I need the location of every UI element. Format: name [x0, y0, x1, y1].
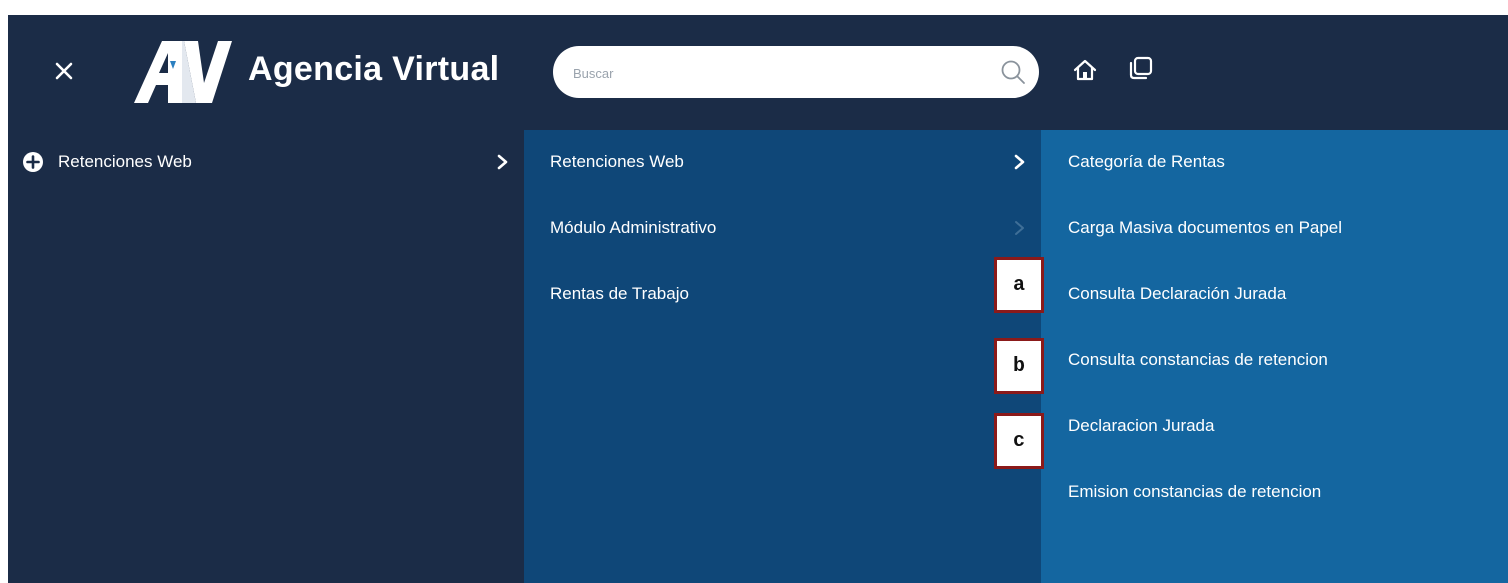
menu-item-categoria-de-rentas[interactable]: Categoría de Rentas	[1041, 142, 1508, 182]
menu-item-label: Categoría de Rentas	[1068, 152, 1225, 171]
menu-item-label: Consulta constancias de retencion	[1068, 350, 1328, 369]
menu-item-declaracion-jurada[interactable]: Declaracion Jurada	[1041, 406, 1508, 446]
chevron-right-icon	[1014, 154, 1025, 170]
menu-item-consulta-constancias[interactable]: Consulta constancias de retencion	[1041, 340, 1508, 380]
close-button[interactable]	[48, 55, 80, 87]
close-icon	[55, 62, 73, 80]
search-box	[553, 46, 1039, 98]
menu-item-label: Módulo Administrativo	[550, 218, 717, 237]
menu-item-label: Retenciones Web	[550, 152, 684, 171]
menu-item-modulo-administrativo[interactable]: Módulo Administrativo	[524, 208, 1041, 248]
menu-item-emision-constancias[interactable]: Emision constancias de retencion	[1041, 472, 1508, 512]
annotation-marker-b: b	[994, 338, 1044, 394]
menu-item-consulta-declaracion-jurada[interactable]: Consulta Declaración Jurada	[1041, 274, 1508, 314]
plus-circle-icon	[23, 152, 43, 172]
menu-item-label: Emision constancias de retencion	[1068, 482, 1322, 501]
menu-item-retenciones-web[interactable]: Retenciones Web	[8, 142, 524, 182]
menu-item-label: Consulta Declaración Jurada	[1068, 284, 1287, 303]
menu-item-carga-masiva[interactable]: Carga Masiva documentos en Papel	[1041, 208, 1508, 248]
menu-item-retenciones-web-sub[interactable]: Retenciones Web	[524, 142, 1041, 182]
top-header: Agencia Virtual	[8, 15, 1508, 130]
app-frame: Agencia Virtual Retenciones Web	[8, 15, 1508, 583]
search-input[interactable]	[571, 59, 995, 87]
annotation-marker-a: a	[994, 257, 1044, 313]
home-icon[interactable]	[1070, 55, 1100, 85]
menu-item-label: Carga Masiva documentos en Papel	[1068, 218, 1343, 237]
brand-title: Agencia Virtual	[248, 50, 500, 88]
windows-icon[interactable]	[1126, 53, 1156, 83]
menu-item-rentas-de-trabajo[interactable]: Rentas de Trabajo	[524, 274, 1041, 314]
menu-column-1: Retenciones Web	[8, 130, 524, 583]
annotation-marker-c: c	[994, 413, 1044, 469]
menu-column-2: Retenciones Web Módulo Administrativo Re…	[524, 130, 1041, 583]
menu-item-label: Retenciones Web	[58, 152, 192, 171]
chevron-right-icon	[497, 154, 508, 170]
menu-item-label: Declaracion Jurada	[1068, 416, 1215, 435]
menu-item-label: Rentas de Trabajo	[550, 284, 689, 303]
chevron-right-icon	[1015, 221, 1024, 235]
search-icon[interactable]	[999, 58, 1027, 86]
av-logo[interactable]	[132, 39, 232, 105]
menu-column-3: Categoría de Rentas Carga Masiva documen…	[1041, 130, 1508, 583]
